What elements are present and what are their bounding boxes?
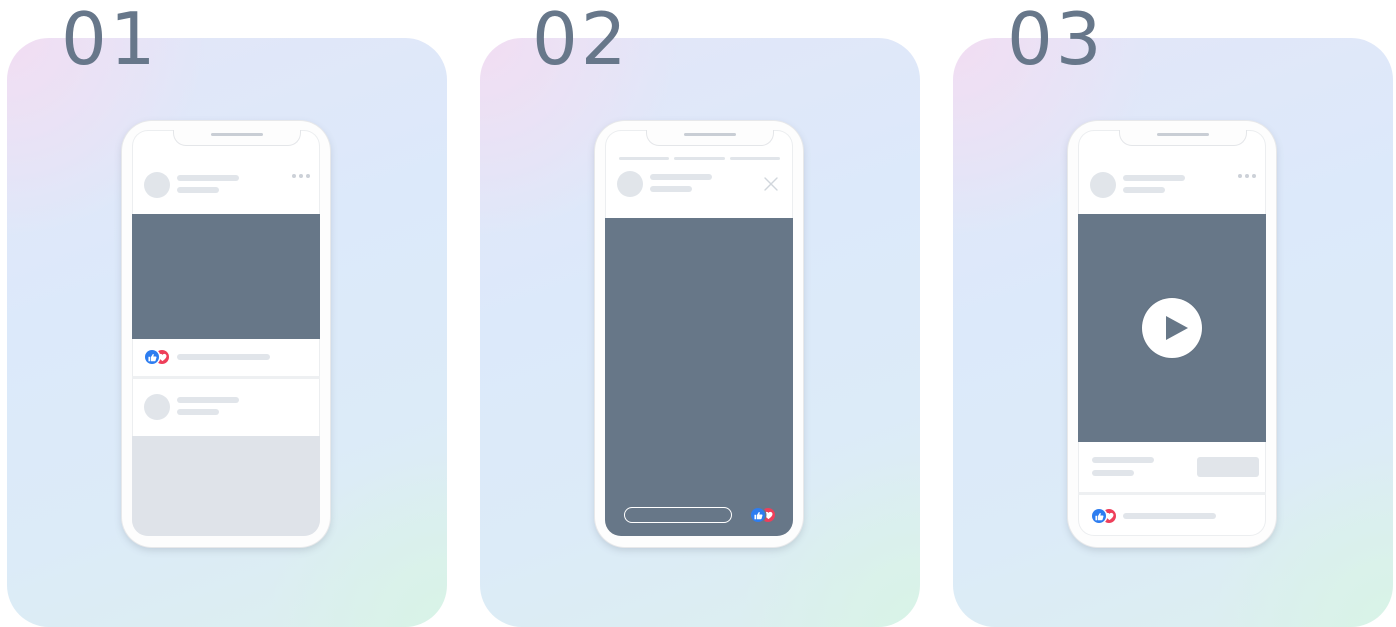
post-meta-placeholder <box>177 409 219 415</box>
phone-speaker <box>1157 133 1209 136</box>
card-story <box>480 38 920 627</box>
slide-number: 03 <box>1007 0 1105 81</box>
more-dots-icon[interactable] <box>1238 174 1256 178</box>
phone-screen <box>132 130 320 536</box>
phone-speaker <box>684 133 736 136</box>
post-meta-placeholder <box>177 187 219 193</box>
avatar <box>617 171 643 197</box>
video-placeholder <box>1078 214 1266 442</box>
story-media-placeholder <box>605 218 793 536</box>
video-title-placeholder <box>1092 457 1154 463</box>
play-button[interactable] <box>1142 298 1202 358</box>
cta-button-placeholder[interactable] <box>1197 457 1259 477</box>
post-author-placeholder <box>177 397 239 403</box>
reactions[interactable] <box>751 508 779 522</box>
post-author-placeholder <box>1123 175 1185 181</box>
post-divider <box>1078 492 1266 495</box>
reaction-count-placeholder <box>177 354 270 360</box>
avatar <box>144 172 170 198</box>
phone-mockup <box>595 121 803 547</box>
reactions[interactable] <box>1092 509 1120 523</box>
story-progress-bar <box>730 157 780 160</box>
video-meta-placeholder <box>1092 470 1134 476</box>
phone-mockup <box>1068 121 1276 547</box>
post-divider <box>132 376 320 379</box>
phone-notch <box>646 130 774 146</box>
card-feed-post <box>7 38 447 627</box>
reply-input[interactable] <box>624 507 732 523</box>
reactions[interactable] <box>145 350 173 364</box>
more-dots-icon[interactable] <box>292 174 310 178</box>
slide-number: 01 <box>61 0 159 81</box>
post-author-placeholder <box>177 175 239 181</box>
phone-mockup <box>122 121 330 547</box>
phone-notch <box>1119 130 1247 146</box>
phone-speaker <box>211 133 263 136</box>
like-reaction-icon <box>751 508 765 522</box>
avatar <box>144 394 170 420</box>
story-meta-placeholder <box>650 186 692 192</box>
story-progress-bar <box>674 157 725 160</box>
slide-number: 02 <box>532 0 630 81</box>
like-reaction-icon <box>145 350 159 364</box>
play-icon <box>1166 316 1188 340</box>
story-author-placeholder <box>650 174 712 180</box>
post-meta-placeholder <box>1123 187 1165 193</box>
phone-screen <box>605 130 793 536</box>
reaction-count-placeholder <box>1123 513 1216 519</box>
card-video-post <box>953 38 1393 627</box>
next-post-image-placeholder <box>132 436 320 536</box>
story-progress-bar <box>619 157 669 160</box>
post-image-placeholder <box>132 214 320 339</box>
phone-notch <box>173 130 301 146</box>
like-reaction-icon <box>1092 509 1106 523</box>
avatar <box>1090 172 1116 198</box>
phone-screen <box>1078 130 1266 536</box>
close-icon[interactable] <box>763 176 779 192</box>
